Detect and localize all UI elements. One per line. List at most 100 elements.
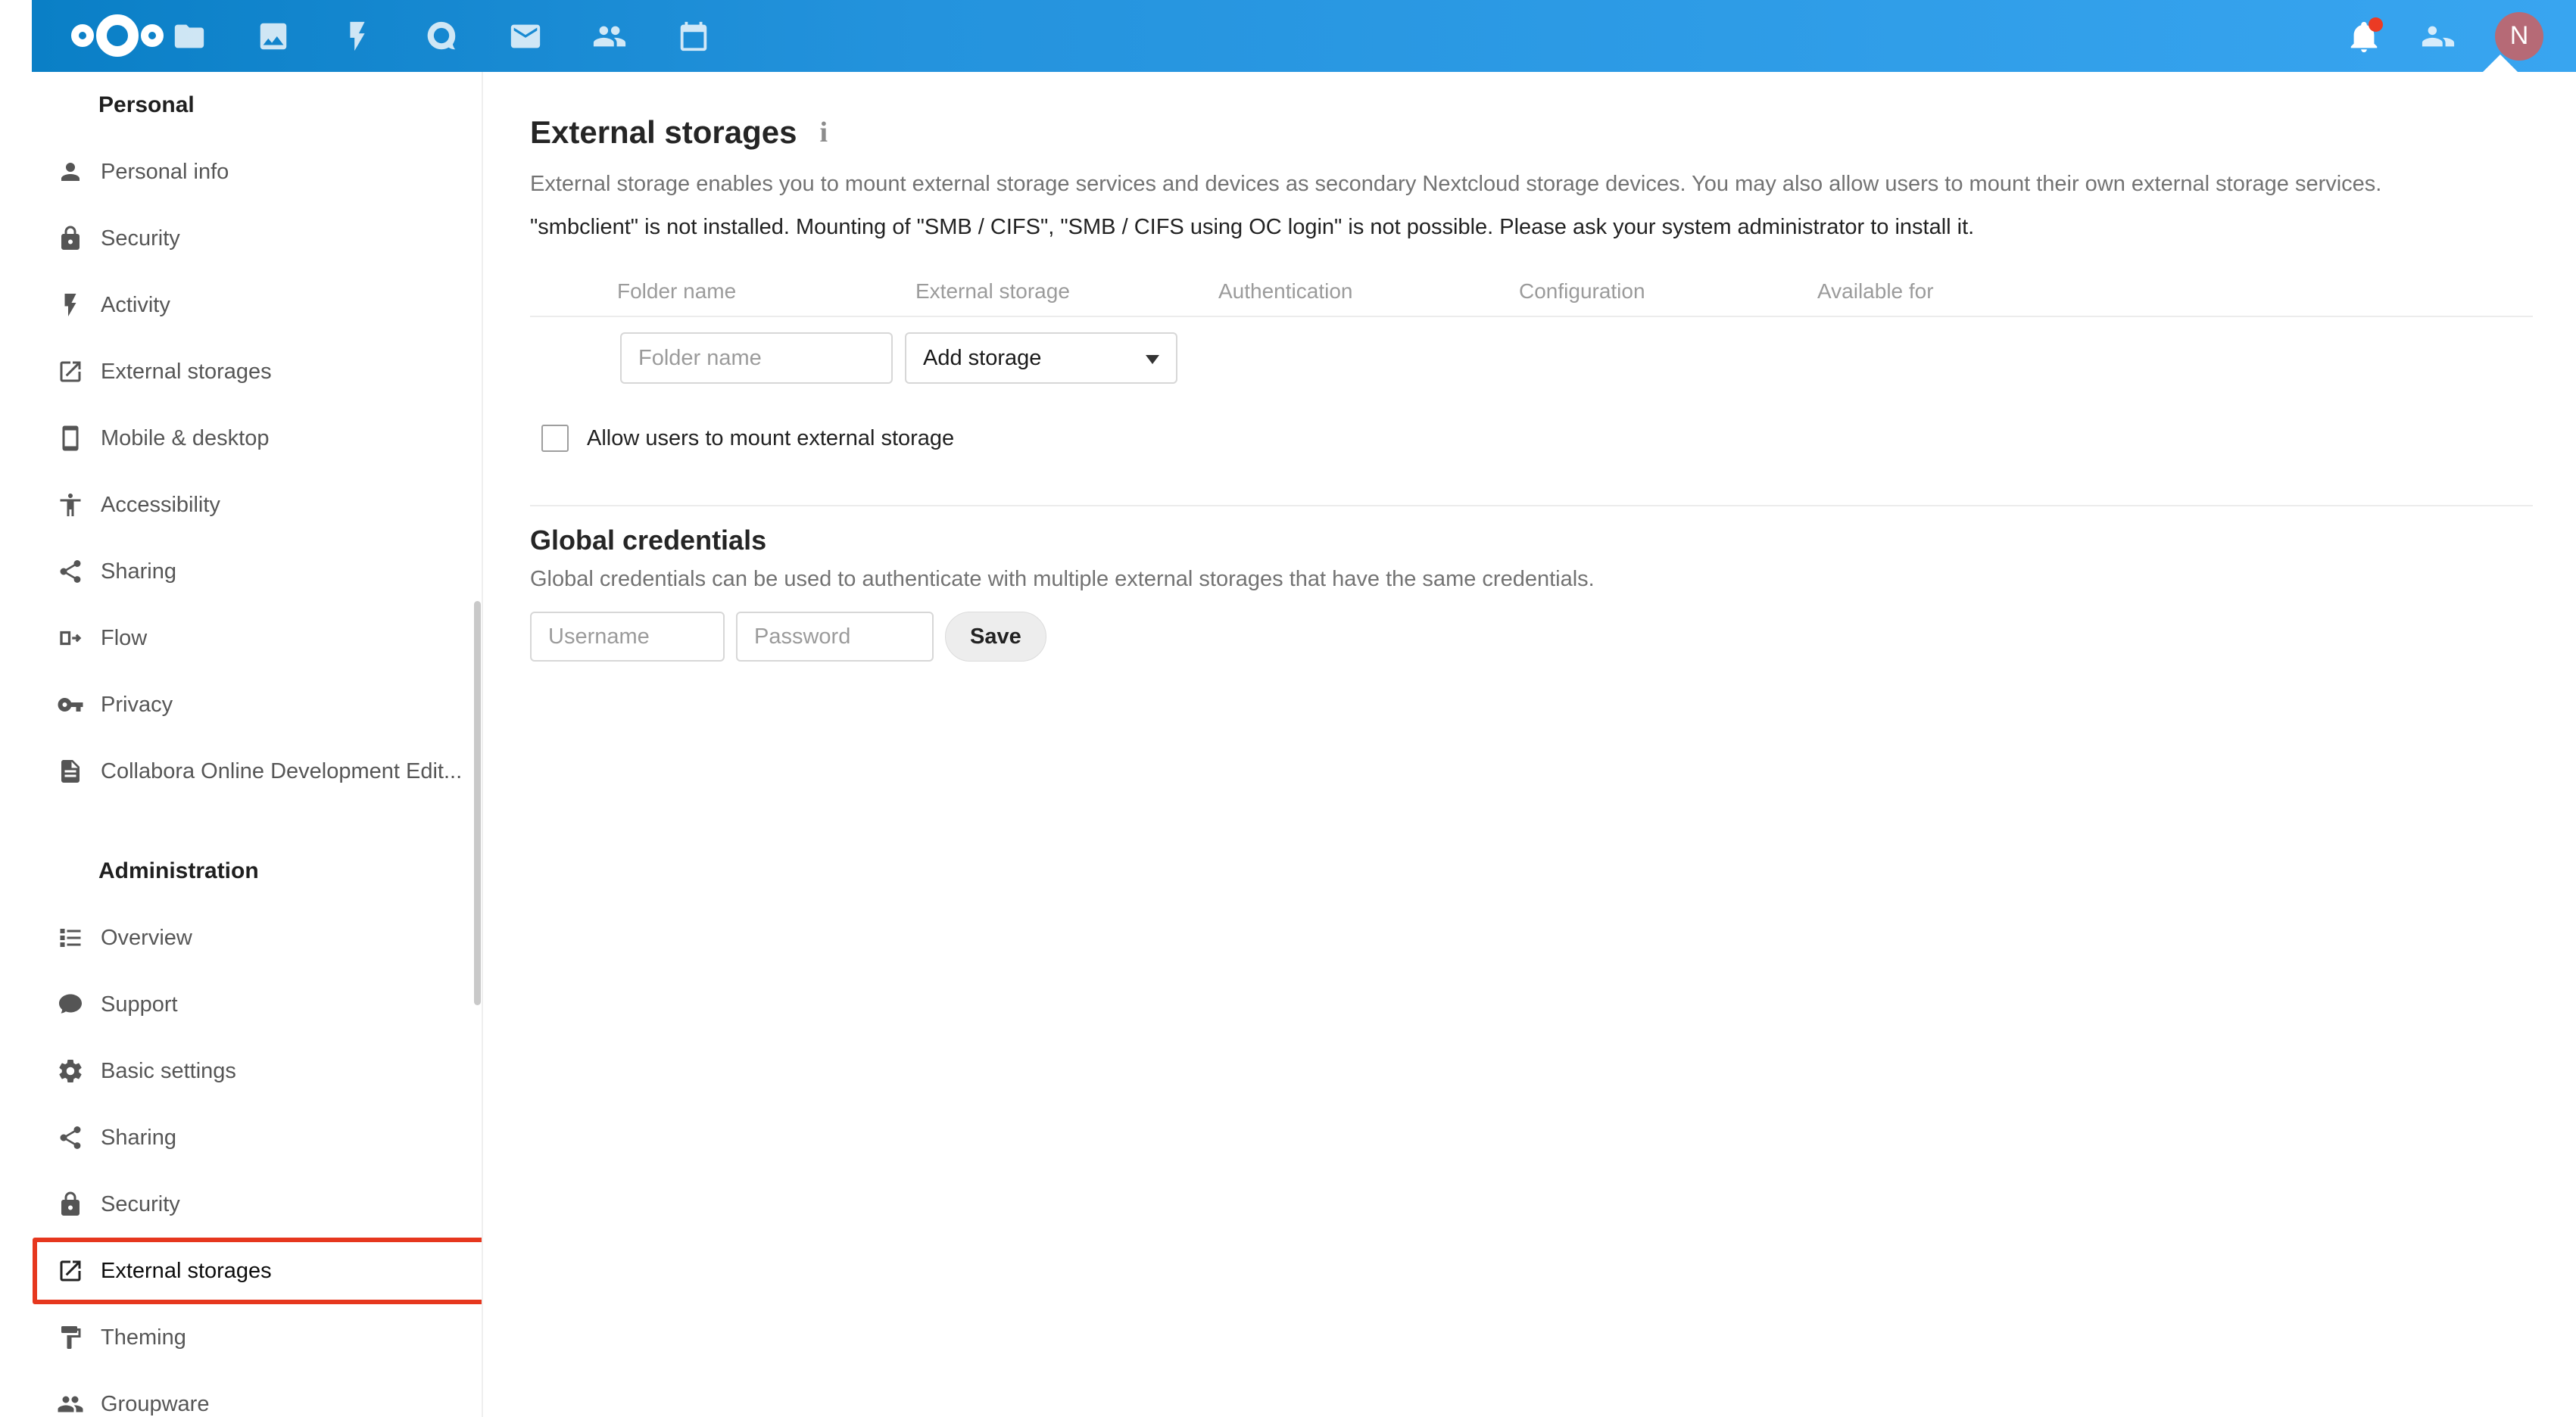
- sidebar-item-label: Support: [101, 992, 178, 1017]
- sidebar-item-activity[interactable]: Activity: [0, 272, 482, 338]
- add-storage-select[interactable]: Add storage: [905, 332, 1177, 384]
- sidebar-item-label: External storages: [101, 359, 272, 384]
- info-icon[interactable]: i: [820, 116, 828, 149]
- sidebar-item-external-storages-admin[interactable]: External storages: [33, 1238, 482, 1304]
- lock-icon: [57, 225, 84, 252]
- accessibility-icon: [57, 491, 84, 519]
- group-icon: [57, 1391, 84, 1417]
- page-title-text: External storages: [530, 114, 797, 150]
- main-content: External storages i External storage ena…: [485, 72, 2576, 1417]
- sidebar-section-administration: Administration Overview Support Basic se…: [0, 838, 482, 1417]
- page-title: External storages i: [530, 114, 2533, 151]
- sidebar-item-security-personal[interactable]: Security: [0, 205, 482, 272]
- sidebar-item-label: Security: [101, 1191, 180, 1216]
- save-button[interactable]: Save: [945, 612, 1046, 662]
- column-configuration: Configuration: [1519, 279, 1645, 303]
- sidebar-item-label: Flow: [101, 625, 148, 650]
- paint-roller-icon: [57, 1324, 84, 1351]
- comment-icon: [57, 991, 84, 1018]
- storage-table-header: Folder name External storage Authenticat…: [530, 279, 2533, 304]
- nextcloud-logo[interactable]: [67, 8, 168, 67]
- add-storage-row: Add storage: [620, 332, 2533, 384]
- username-input[interactable]: [530, 612, 725, 662]
- flash-icon: [57, 291, 84, 319]
- folder-name-input[interactable]: [620, 332, 893, 384]
- app-icon-row: [172, 0, 711, 72]
- sidebar-item-sharing-admin[interactable]: Sharing: [0, 1104, 482, 1171]
- flow-icon: [57, 624, 84, 652]
- global-credentials-title: Global credentials: [530, 525, 767, 556]
- sidebar-item-label: Personal info: [101, 159, 229, 184]
- smbclient-warning: "smbclient" is not installed. Mounting o…: [530, 215, 1975, 239]
- photos-icon[interactable]: [256, 19, 291, 54]
- share-icon: [57, 1124, 84, 1151]
- activity-icon[interactable]: [340, 19, 375, 54]
- talk-icon[interactable]: [424, 19, 459, 54]
- section-divider: [530, 505, 2533, 506]
- sidebar-scrollbar[interactable]: [474, 601, 481, 1005]
- list-icon: [57, 924, 84, 951]
- sidebar-item-theming[interactable]: Theming: [0, 1304, 482, 1371]
- external-storage-description: External storage enables you to mount ex…: [530, 172, 2382, 196]
- contacts-icon[interactable]: [592, 19, 627, 54]
- sidebar-item-label: Theming: [101, 1325, 186, 1350]
- global-credentials-form: Save: [530, 612, 2533, 662]
- mail-icon[interactable]: [508, 19, 543, 54]
- sidebar-item-label: Sharing: [101, 559, 176, 584]
- sidebar-item-label: Groupware: [101, 1391, 210, 1416]
- column-external-storage: External storage: [915, 279, 1070, 303]
- document-icon: [57, 758, 84, 785]
- sidebar-item-external-storages-personal[interactable]: External storages: [0, 338, 482, 405]
- sidebar-heading-personal: Personal: [98, 92, 195, 117]
- allow-users-row: Allow users to mount external storage: [541, 425, 2533, 452]
- sidebar-item-personal-info[interactable]: Personal info: [0, 139, 482, 205]
- sidebar-item-label: Collabora Online Development Edit...: [101, 758, 463, 783]
- sidebar-item-mobile-desktop[interactable]: Mobile & desktop: [0, 405, 482, 472]
- files-icon[interactable]: [172, 19, 207, 54]
- sidebar-item-flow[interactable]: Flow: [0, 605, 482, 671]
- sidebar-item-groupware[interactable]: Groupware: [0, 1371, 482, 1417]
- add-storage-select-label: Add storage: [923, 345, 1042, 370]
- global-credentials-description: Global credentials can be used to authen…: [530, 567, 1595, 591]
- sidebar-item-privacy[interactable]: Privacy: [0, 671, 482, 738]
- sidebar-item-security-admin[interactable]: Security: [0, 1171, 482, 1238]
- allow-users-label[interactable]: Allow users to mount external storage: [587, 426, 954, 451]
- sidebar-item-label: Mobile & desktop: [101, 425, 270, 450]
- chevron-down-icon: [1146, 355, 1159, 364]
- account-icon: [57, 158, 84, 185]
- sidebar-item-label: Accessibility: [101, 492, 220, 517]
- sidebar-heading-administration: Administration: [98, 858, 259, 883]
- avatar[interactable]: N: [2495, 11, 2543, 61]
- sidebar-item-label: Activity: [101, 292, 170, 317]
- column-folder-name: Folder name: [617, 279, 737, 303]
- sidebar-item-label: Basic settings: [101, 1058, 236, 1083]
- sidebar-item-sharing-personal[interactable]: Sharing: [0, 538, 482, 605]
- table-divider: [530, 316, 2533, 317]
- sidebar-item-basic-settings[interactable]: Basic settings: [0, 1038, 482, 1104]
- gear-icon: [57, 1057, 84, 1085]
- sidebar-item-label: External storages: [101, 1258, 272, 1283]
- settings-menu-caret: [2483, 54, 2518, 72]
- sidebar-item-accessibility[interactable]: Accessibility: [0, 472, 482, 538]
- cellphone-icon: [57, 425, 84, 452]
- calendar-icon[interactable]: [676, 19, 711, 54]
- settings-sidebar: Personal Personal info Security Activity…: [0, 72, 483, 1417]
- allow-users-checkbox[interactable]: [541, 425, 569, 452]
- share-icon: [57, 558, 84, 585]
- password-input[interactable]: [736, 612, 934, 662]
- contacts-menu-icon[interactable]: [2421, 19, 2456, 54]
- external-link-icon: [57, 358, 84, 385]
- notifications-bell-icon[interactable]: [2347, 17, 2383, 54]
- notification-dot: [2369, 17, 2383, 32]
- sidebar-item-support[interactable]: Support: [0, 971, 482, 1038]
- nextcloud-settings-page: N Personal Personal info Security Activi…: [0, 0, 2576, 1417]
- external-link-icon: [57, 1257, 84, 1285]
- sidebar-item-label: Privacy: [101, 692, 173, 717]
- column-authentication: Authentication: [1218, 279, 1353, 303]
- sidebar-item-label: Security: [101, 226, 180, 251]
- lock-icon: [57, 1191, 84, 1218]
- sidebar-item-label: Sharing: [101, 1125, 176, 1150]
- sidebar-item-overview[interactable]: Overview: [0, 905, 482, 971]
- sidebar-item-collabora[interactable]: Collabora Online Development Edit...: [0, 738, 482, 805]
- column-available-for: Available for: [1817, 279, 1934, 303]
